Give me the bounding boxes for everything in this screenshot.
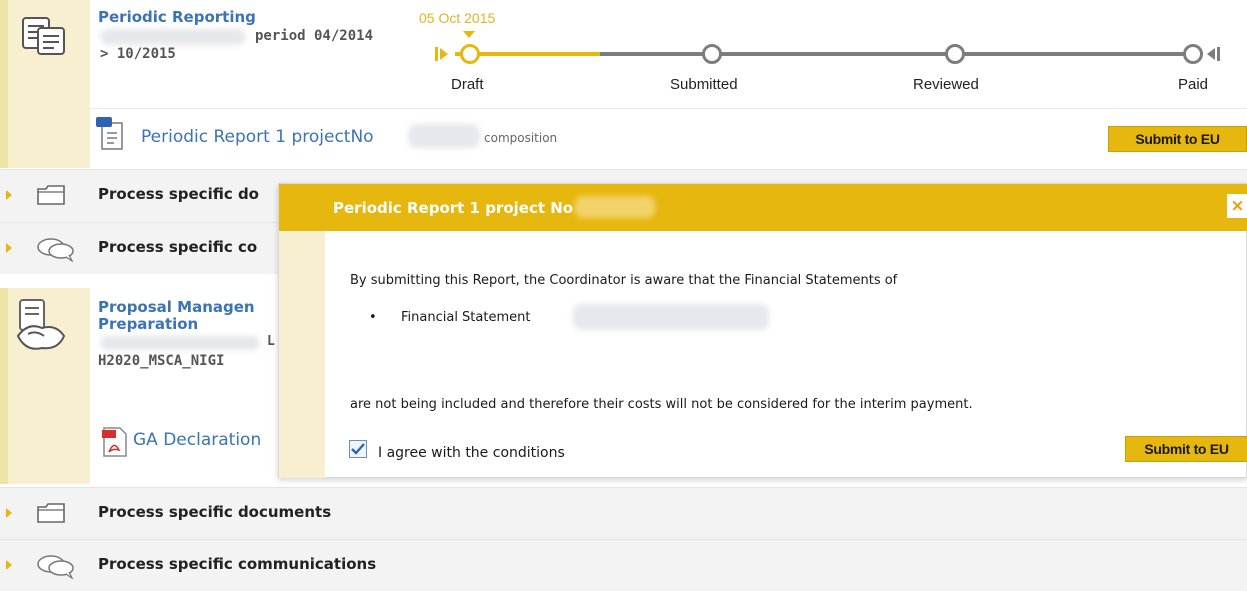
bullet-dot: • <box>369 310 377 325</box>
pdf-icon[interactable] <box>102 426 128 462</box>
speech-bubbles-icon <box>36 553 76 583</box>
timeline-label-draft: Draft <box>451 76 484 93</box>
composition-label: composition <box>484 131 558 145</box>
process-documents-label[interactable]: Process specific documents <box>98 503 331 521</box>
dialog-title: Periodic Report 1 project No <box>333 199 574 217</box>
ga-declaration-link[interactable]: GA Declaration <box>133 430 261 450</box>
timeline-label-submitted: Submitted <box>670 76 738 93</box>
agree-label[interactable]: I agree with the conditions <box>378 445 565 461</box>
proposal-code-suffix: L <box>267 334 275 349</box>
timeline-start-icon <box>435 46 449 66</box>
process-documents-row-2[interactable]: Process specific documents <box>0 487 1247 539</box>
submit-to-eu-button[interactable]: Submit to EU <box>1108 126 1247 152</box>
expand-arrow-icon[interactable] <box>6 190 12 200</box>
date-marker-icon <box>463 31 475 38</box>
proposal-management-subtitle[interactable]: Preparation <box>98 315 198 333</box>
timeline-end-icon <box>1206 46 1220 66</box>
process-communications-label[interactable]: Process specific co <box>98 238 257 256</box>
process-documents-label[interactable]: Process specific do <box>98 185 259 203</box>
period-range-end: > 10/2015 <box>100 46 176 62</box>
proposal-management-title[interactable]: Proposal Managen <box>98 298 255 316</box>
redacted-proposal-code <box>100 336 260 350</box>
redacted-project-number <box>408 124 480 148</box>
folder-icon <box>36 183 66 211</box>
dialog-submit-to-eu-button[interactable]: Submit to EU <box>1125 436 1247 462</box>
dialog-intro-text: By submitting this Report, the Coordinat… <box>350 273 898 288</box>
redacted-project-name <box>100 29 246 45</box>
timeline-step-reviewed <box>945 44 965 64</box>
proposal-call-id: H2020_MSCA_NIGI <box>98 353 225 369</box>
periodic-reporting-icon <box>20 14 68 58</box>
timeline-label-paid: Paid <box>1178 76 1209 93</box>
agree-checkbox[interactable] <box>349 440 367 458</box>
financial-statement-label: Financial Statement <box>401 310 531 325</box>
process-communications-label[interactable]: Process specific communications <box>98 555 376 573</box>
redacted-dialog-project-number <box>575 196 655 218</box>
folder-icon <box>36 501 66 529</box>
speech-bubbles-icon <box>36 236 76 266</box>
timeline-step-paid <box>1183 44 1203 64</box>
redacted-financial-statement <box>573 304 769 330</box>
period-range-start: period 04/2014 <box>255 28 374 44</box>
periodic-report-link[interactable]: Periodic Report 1 projectNo <box>141 127 374 147</box>
expand-arrow-icon[interactable] <box>6 508 12 518</box>
periodic-reporting-title[interactable]: Periodic Reporting <box>98 8 256 26</box>
expand-arrow-icon[interactable] <box>6 560 12 570</box>
submit-report-dialog: Periodic Report 1 project No × By submit… <box>278 183 1247 478</box>
checkmark-icon <box>351 443 365 455</box>
dialog-header: Periodic Report 1 project No × <box>279 184 1247 231</box>
dialog-side-strip <box>279 231 325 478</box>
expand-arrow-icon[interactable] <box>6 243 12 253</box>
proposal-management-icon <box>14 298 68 358</box>
timeline-date: 05 Oct 2015 <box>419 10 496 26</box>
report-document-icon[interactable] <box>96 117 126 155</box>
timeline-step-submitted <box>702 44 722 64</box>
process-communications-row-2[interactable]: Process specific communications <box>0 539 1247 591</box>
dialog-outro-text: are not being included and therefore the… <box>350 397 973 412</box>
divider <box>90 108 1247 109</box>
timeline-step-draft <box>460 44 480 64</box>
close-icon[interactable]: × <box>1227 194 1247 218</box>
timeline-label-reviewed: Reviewed <box>913 76 979 93</box>
